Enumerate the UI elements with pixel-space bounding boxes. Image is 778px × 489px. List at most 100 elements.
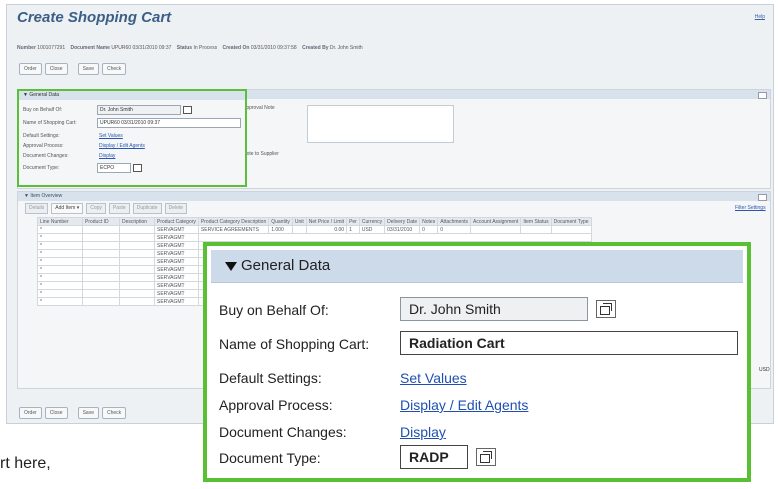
minimize-icon[interactable] xyxy=(758,92,767,99)
doc-type-small-input[interactable]: ECPO xyxy=(97,163,131,173)
docname-label: Document Name xyxy=(70,45,110,51)
paste-button[interactable]: Paste xyxy=(108,203,130,214)
copy-button[interactable]: Copy xyxy=(86,203,106,214)
created-on-value: 03/31/2010 09:37:58 xyxy=(250,45,297,51)
save-button[interactable]: Save xyxy=(77,63,99,75)
document-type-input[interactable]: RADP xyxy=(400,445,468,469)
column-header[interactable]: Currency xyxy=(358,217,386,226)
collapse-triangle-icon[interactable] xyxy=(225,262,237,271)
column-header[interactable]: Per xyxy=(346,217,360,226)
column-header[interactable]: Delivery Date xyxy=(384,217,421,226)
table-cell xyxy=(82,257,120,266)
top-button-bar: Order Close Save Check xyxy=(19,63,127,75)
table-cell: SERVAGMT xyxy=(154,273,199,282)
general-data-zoom-header[interactable]: General Data xyxy=(211,250,743,283)
filter-settings-link[interactable]: Filter Settings xyxy=(735,205,766,211)
value-help-icon[interactable] xyxy=(133,164,142,172)
close-button[interactable]: Close xyxy=(44,63,68,75)
column-header[interactable]: Product Category xyxy=(154,217,199,226)
header-info: Number 1001077291 Document Name UPUR60 0… xyxy=(17,45,367,51)
help-link[interactable]: Help xyxy=(755,14,765,20)
table-cell: SERVAGMT xyxy=(154,297,199,306)
buy-behalf-small-input[interactable]: Dr. John Smith xyxy=(97,105,181,115)
save-button[interactable]: Save xyxy=(77,407,99,419)
column-header[interactable]: Product ID xyxy=(82,217,120,226)
table-cell: SERVAGMT xyxy=(154,257,199,266)
table-cell xyxy=(82,289,120,298)
cut-off-text: rt here, xyxy=(0,455,51,472)
value-help-icon[interactable] xyxy=(476,448,496,466)
status-label: Status xyxy=(176,45,193,51)
check-button[interactable]: Check xyxy=(101,407,127,419)
created-by-value: Dr. John Smith xyxy=(329,45,363,51)
table-cell: SERVICE AGREEMENTS xyxy=(197,225,270,234)
cart-name-input[interactable]: Radiation Cart xyxy=(400,331,738,355)
general-data-small-heading: ▼ General Data xyxy=(23,92,60,98)
table-cell: 1.000 xyxy=(268,225,293,234)
note-supplier-label: Note to Supplier xyxy=(243,151,279,157)
column-header[interactable]: Notes xyxy=(419,217,439,226)
table-cell xyxy=(119,225,155,234)
close-button[interactable]: Close xyxy=(44,407,68,419)
page-title: Create Shopping Cart xyxy=(17,9,172,26)
table-cell xyxy=(119,281,155,290)
table-cell: 03/31/2010 xyxy=(384,225,421,234)
table-cell xyxy=(119,273,155,282)
table-cell: SERVAGMT xyxy=(154,249,199,258)
edit-agents-small-link[interactable]: Display / Edit Agents xyxy=(99,143,145,149)
column-header[interactable]: Line Number xyxy=(37,217,83,226)
minimize-icon[interactable] xyxy=(758,194,767,201)
table-row[interactable]: * SERVAGMT xyxy=(37,233,592,242)
column-header[interactable]: Unit xyxy=(291,217,307,226)
table-cell[interactable]: 0 xyxy=(437,225,472,234)
display-link[interactable]: Display xyxy=(400,424,446,440)
duplicate-button[interactable]: Duplicate xyxy=(132,203,162,214)
details-button[interactable]: Details xyxy=(25,203,49,214)
column-header[interactable]: Net Price / Limit xyxy=(305,217,348,226)
table-cell[interactable]: 0 xyxy=(419,225,439,234)
approval-small-label: Approval Process: xyxy=(23,143,64,149)
created-by-label: Created By xyxy=(302,45,329,51)
table-cell xyxy=(119,257,155,266)
order-button[interactable]: Order xyxy=(19,63,42,75)
column-header[interactable]: Document Type xyxy=(550,217,592,226)
display-small-link[interactable]: Display xyxy=(99,153,115,159)
default-settings-small-label: Default Settings: xyxy=(23,133,60,139)
status-value: In Process xyxy=(193,45,218,51)
item-overview-header: ▼ Item Overview xyxy=(18,192,770,201)
value-help-icon[interactable] xyxy=(596,300,616,318)
value-help-icon[interactable] xyxy=(183,106,192,114)
column-header[interactable]: Account Assignment xyxy=(470,217,522,226)
set-values-link[interactable]: Set Values xyxy=(400,370,467,386)
table-cell xyxy=(82,273,120,282)
table-row[interactable]: * SERVAGMT SERVICE AGREEMENTS 1.000 0.00… xyxy=(37,225,592,234)
table-cell xyxy=(470,225,522,234)
order-button[interactable]: Order xyxy=(19,407,42,419)
cart-name-label: Name of Shopping Cart: xyxy=(219,336,370,352)
bottom-button-bar: Order Close Save Check xyxy=(19,407,127,419)
table-cell: SERVAGMT xyxy=(154,241,199,250)
button-separator xyxy=(71,63,75,75)
set-values-small-link[interactable]: Set Values xyxy=(99,133,123,139)
table-cell: SERVAGMT xyxy=(154,281,199,290)
delete-button[interactable]: Delete xyxy=(164,203,188,214)
document-changes-label: Document Changes: xyxy=(219,424,347,440)
cart-name-small-input[interactable]: UPUR60 03/31/2010 09:37 xyxy=(97,118,241,128)
table-cell: SERVAGMT xyxy=(154,225,199,234)
column-header[interactable]: Description xyxy=(119,217,155,226)
column-header[interactable]: Quantity xyxy=(268,217,293,226)
column-header[interactable]: Product Category Description xyxy=(197,217,270,226)
doc-changes-small-label: Document Changes: xyxy=(23,153,69,159)
item-table-header: Line Number Product ID Description Produ… xyxy=(37,217,592,226)
table-cell xyxy=(119,289,155,298)
add-item-button[interactable]: Add Item ▾ xyxy=(51,203,84,214)
buy-on-behalf-field[interactable]: Dr. John Smith xyxy=(400,297,588,321)
approval-note-textarea[interactable] xyxy=(307,105,454,143)
table-cell: * xyxy=(37,265,83,274)
table-cell: * xyxy=(37,249,83,258)
column-header[interactable]: Item Status xyxy=(520,217,552,226)
check-button[interactable]: Check xyxy=(101,63,127,75)
display-edit-agents-link[interactable]: Display / Edit Agents xyxy=(400,397,528,413)
table-cell: * xyxy=(37,273,83,282)
column-header[interactable]: Attachments xyxy=(437,217,472,226)
